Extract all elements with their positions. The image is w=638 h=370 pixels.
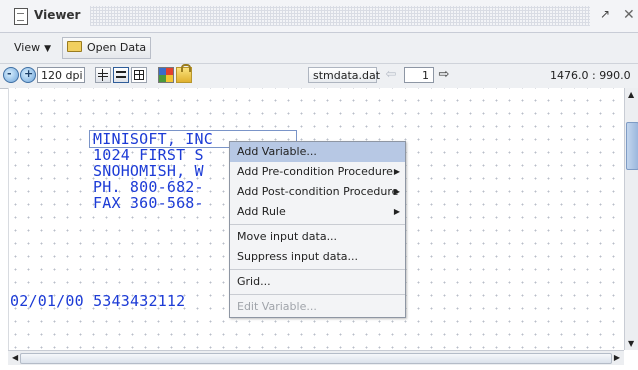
open-data-label: Open Data (87, 41, 147, 54)
menu-separator (230, 294, 405, 295)
menu-item-label: Add Rule (237, 205, 286, 218)
cursor-coordinates: 1476.0 : 990.0 (550, 69, 631, 82)
document-line[interactable]: 02/01/00 5343432112 (10, 292, 185, 310)
menu-separator (230, 269, 405, 270)
menu-item-add-post-condition-procedure[interactable]: Add Post-condition Procedure ▶ (230, 182, 405, 202)
chevron-down-icon: ▼ (44, 44, 52, 54)
previous-page-icon[interactable]: ⇦ (383, 67, 399, 83)
open-data-button[interactable]: Open Data (62, 37, 152, 59)
grid-icon[interactable] (131, 67, 147, 83)
scroll-right-icon[interactable]: ▶ (614, 353, 620, 362)
view-toolbar: - + 120 dpi stmdata.dat ⇦ 1 ⇨ 1476.0 : 9… (0, 64, 638, 89)
palette-icon[interactable] (158, 67, 174, 83)
vertical-scroll-thumb[interactable] (626, 122, 638, 170)
submenu-arrow-icon: ▶ (393, 207, 400, 216)
menu-item-suppress-input-data[interactable]: Suppress input data... (230, 247, 405, 267)
zoom-in-icon[interactable]: + (20, 67, 36, 83)
dpi-field[interactable]: 120 dpi (37, 67, 85, 83)
menu-item-add-variable[interactable]: Add Variable... (230, 142, 405, 162)
menu-item-label: Edit Variable... (237, 300, 317, 313)
title-bar: Viewer ↗︎ ✕ (0, 0, 638, 33)
next-page-icon[interactable]: ⇨ (436, 67, 452, 83)
menu-item-move-input-data[interactable]: Move input data... (230, 227, 405, 247)
vertical-scrollbar[interactable]: ▲ ▼ (624, 88, 638, 350)
menu-toolbar: View ▼ Open Data (0, 33, 638, 64)
menu-item-add-rule[interactable]: Add Rule ▶ (230, 202, 405, 222)
scroll-up-icon[interactable]: ▲ (628, 90, 634, 99)
close-icon[interactable]: ✕ (623, 7, 635, 23)
title-grip[interactable] (90, 6, 590, 26)
lock-icon[interactable] (176, 64, 192, 83)
menu-separator (230, 224, 405, 225)
menu-item-add-pre-condition-procedure[interactable]: Add Pre-condition Procedure ▶ (230, 162, 405, 182)
document-line[interactable]: FAX 360-568- (93, 194, 204, 212)
menu-item-label: Add Pre-condition Procedure (237, 165, 393, 178)
menu-item-edit-variable: Edit Variable... (230, 297, 405, 317)
menu-item-label: Add Variable... (237, 145, 317, 158)
menu-item-label: Move input data... (237, 230, 338, 243)
submenu-arrow-icon: ▶ (393, 167, 400, 176)
menu-item-label: Add Post-condition Procedure (237, 185, 399, 198)
menu-item-grid[interactable]: Grid... (230, 272, 405, 292)
restore-icon[interactable]: ↗︎ (600, 8, 613, 21)
scroll-left-icon[interactable]: ◀ (12, 353, 18, 362)
folder-icon (67, 41, 82, 52)
column-guides-icon[interactable] (95, 67, 111, 83)
horizontal-scroll-thumb[interactable] (20, 353, 612, 364)
row-guides-icon[interactable] (113, 67, 129, 83)
view-menu-label: View (14, 41, 41, 54)
horizontal-scrollbar[interactable]: ◀ ▶ (8, 350, 624, 365)
page-number-input[interactable]: 1 (404, 67, 434, 83)
document-icon (14, 8, 28, 25)
view-menu[interactable]: View ▼ (8, 38, 57, 58)
zoom-out-icon[interactable]: - (3, 67, 19, 83)
menu-item-label: Suppress input data... (237, 250, 358, 263)
menu-item-label: Grid... (237, 275, 271, 288)
data-file-field[interactable]: stmdata.dat (308, 67, 380, 83)
context-menu: Add Variable... Add Pre-condition Proced… (229, 141, 406, 318)
scroll-down-icon[interactable]: ▼ (628, 339, 634, 348)
window-title: Viewer (34, 8, 81, 22)
submenu-arrow-icon: ▶ (393, 187, 400, 196)
